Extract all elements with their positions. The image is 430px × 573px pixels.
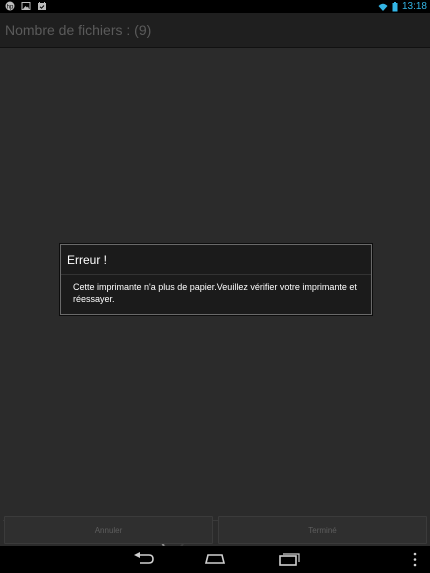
cancel-button[interactable]: Annuler bbox=[4, 516, 213, 544]
dialog-message: Cette imprimante n'a plus de papier.Veui… bbox=[73, 282, 357, 304]
back-icon[interactable] bbox=[132, 552, 156, 566]
hp-logo-icon: hp bbox=[5, 1, 15, 11]
status-bar: hp 13:18 bbox=[0, 0, 430, 13]
page-title: Nombre de fichiers : (9) bbox=[5, 22, 152, 38]
overflow-menu-icon[interactable] bbox=[412, 552, 418, 567]
dialog-title: Erreur ! bbox=[67, 253, 108, 267]
error-dialog: Erreur ! Cette imprimante n'a plus de pa… bbox=[60, 244, 372, 315]
dialog-divider bbox=[61, 274, 371, 275]
status-clock: 13:18 bbox=[401, 1, 427, 12]
battery-icon bbox=[392, 1, 398, 11]
calendar-notification-icon bbox=[38, 2, 46, 10]
home-icon[interactable] bbox=[203, 552, 227, 566]
done-button[interactable]: Terminé bbox=[218, 516, 427, 544]
svg-text:hp: hp bbox=[7, 4, 14, 10]
navigation-bar bbox=[0, 546, 430, 573]
action-bar: Nombre de fichiers : (9) bbox=[0, 13, 430, 48]
wifi-icon bbox=[378, 3, 388, 11]
image-notification-icon bbox=[21, 2, 31, 10]
recent-apps-icon[interactable] bbox=[277, 552, 301, 566]
